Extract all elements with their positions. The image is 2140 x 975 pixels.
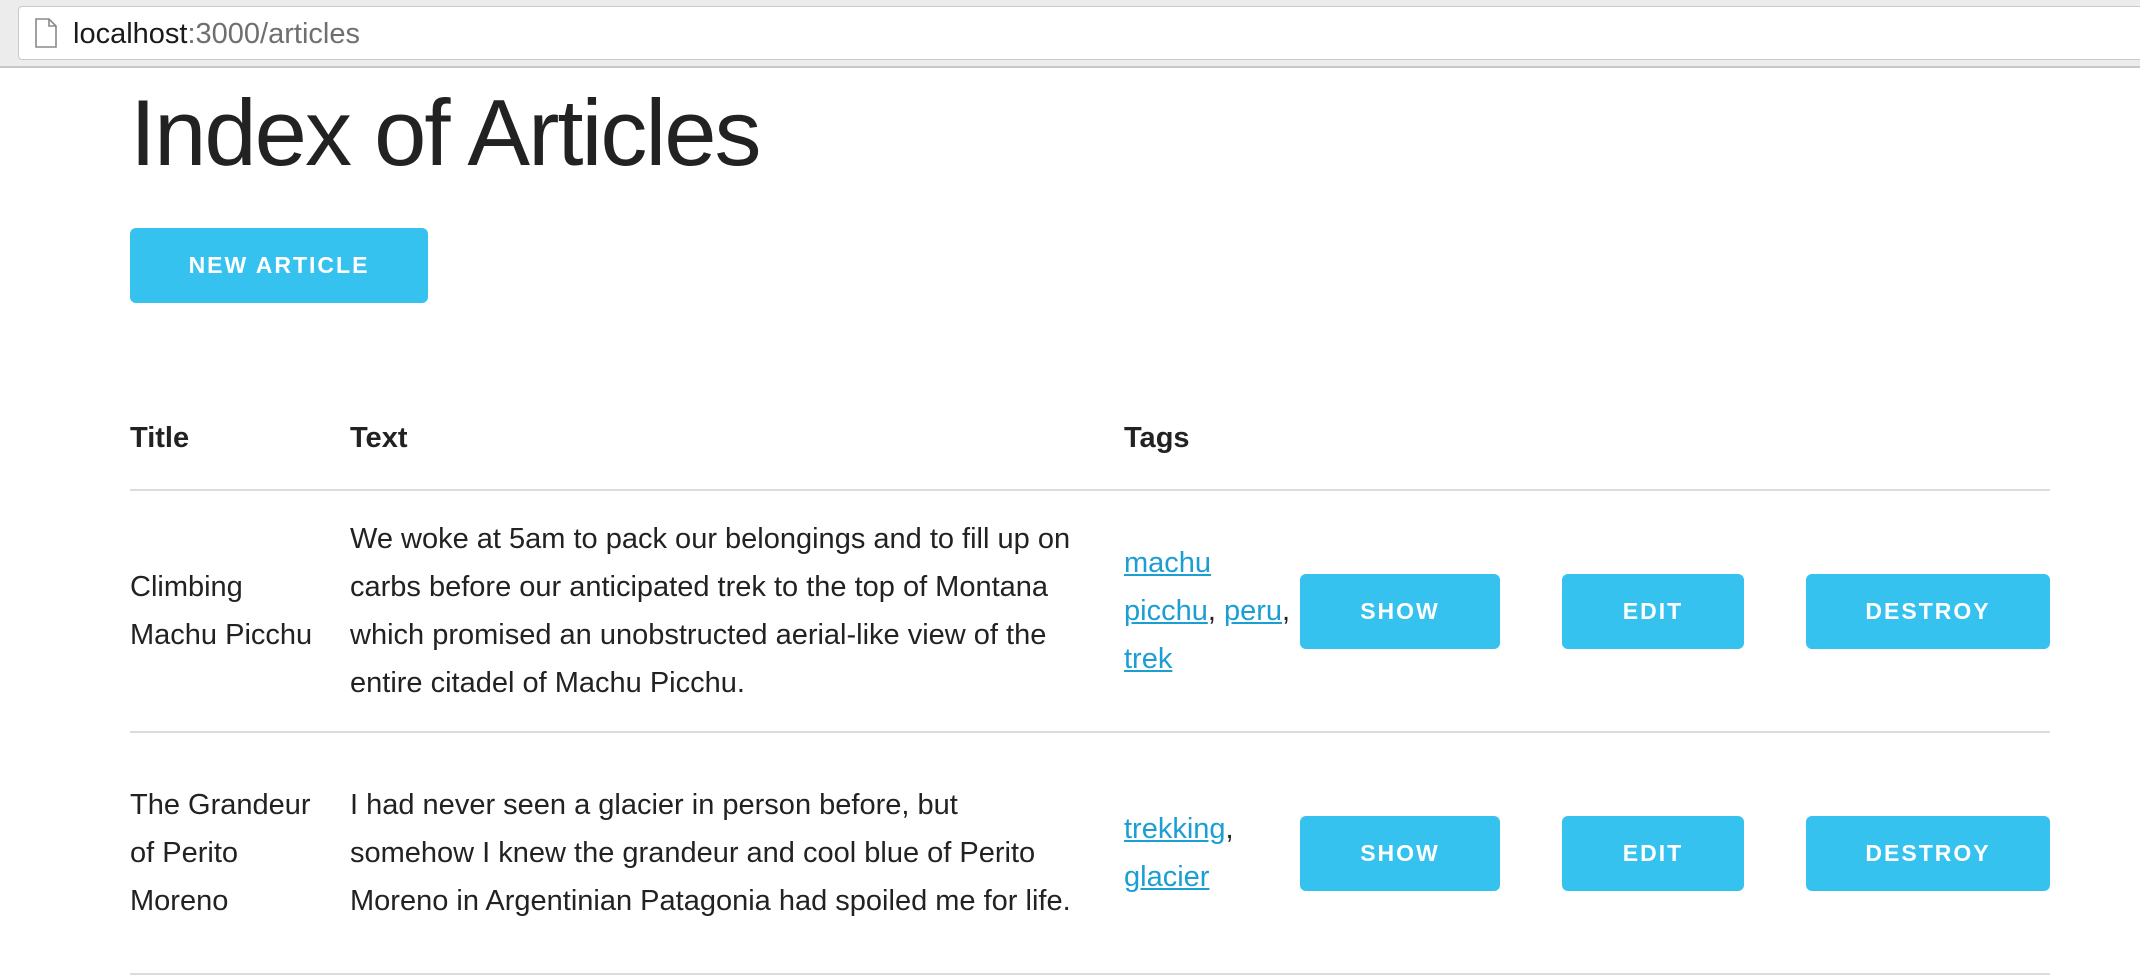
- edit-cell: EDIT: [1562, 732, 1806, 975]
- table-header-row: Title Text Tags: [130, 398, 2050, 491]
- tag-link[interactable]: glacier: [1124, 861, 1209, 893]
- destroy-button[interactable]: DESTROY: [1806, 815, 2050, 891]
- address-bar[interactable]: localhost:3000/articles: [18, 6, 2140, 60]
- destroy-cell: DESTROY: [1806, 732, 2050, 975]
- url-host: localhost: [73, 18, 188, 50]
- show-cell: SHOW: [1300, 732, 1562, 975]
- article-tags: machu picchu, peru, trek: [1124, 490, 1300, 733]
- show-button[interactable]: SHOW: [1300, 573, 1500, 649]
- destroy-button[interactable]: DESTROY: [1806, 573, 2050, 649]
- header-show-spacer: [1300, 398, 1562, 491]
- header-title: Title: [130, 398, 350, 491]
- show-button[interactable]: SHOW: [1300, 815, 1500, 891]
- tag-link[interactable]: machu picchu: [1124, 547, 1211, 627]
- article-title: The Grandeur of Perito Moreno: [130, 732, 350, 975]
- header-text: Text: [350, 398, 1124, 491]
- tag-link[interactable]: trek: [1124, 643, 1172, 675]
- url-text: localhost:3000/articles: [73, 17, 360, 51]
- header-destroy-spacer: [1806, 398, 2050, 491]
- article-tags: trekking, glacier: [1124, 732, 1300, 975]
- table-row: Climbing Machu Picchu We woke at 5am to …: [130, 490, 2050, 733]
- tag-link[interactable]: trekking: [1124, 813, 1226, 845]
- edit-cell: EDIT: [1562, 490, 1806, 733]
- url-path: :3000/articles: [187, 18, 360, 50]
- page-title: Index of Articles: [130, 80, 762, 185]
- show-cell: SHOW: [1300, 490, 1562, 733]
- article-text: I had never seen a glacier in person bef…: [350, 732, 1124, 975]
- browser-toolbar: localhost:3000/articles: [0, 0, 2140, 68]
- edit-button[interactable]: EDIT: [1562, 573, 1744, 649]
- destroy-cell: DESTROY: [1806, 490, 2050, 733]
- header-edit-spacer: [1562, 398, 1806, 491]
- header-tags: Tags: [1124, 398, 1300, 491]
- table-row: The Grandeur of Perito Moreno I had neve…: [130, 732, 2050, 975]
- new-article-button[interactable]: NEW ARTICLE: [130, 228, 428, 303]
- tag-link[interactable]: peru: [1224, 595, 1282, 627]
- page-icon: [35, 18, 57, 48]
- article-title: Climbing Machu Picchu: [130, 490, 350, 733]
- article-text: We woke at 5am to pack our belongings an…: [350, 490, 1124, 733]
- articles-table: Title Text Tags Climbing Machu Picchu We…: [130, 398, 2050, 975]
- edit-button[interactable]: EDIT: [1562, 815, 1744, 891]
